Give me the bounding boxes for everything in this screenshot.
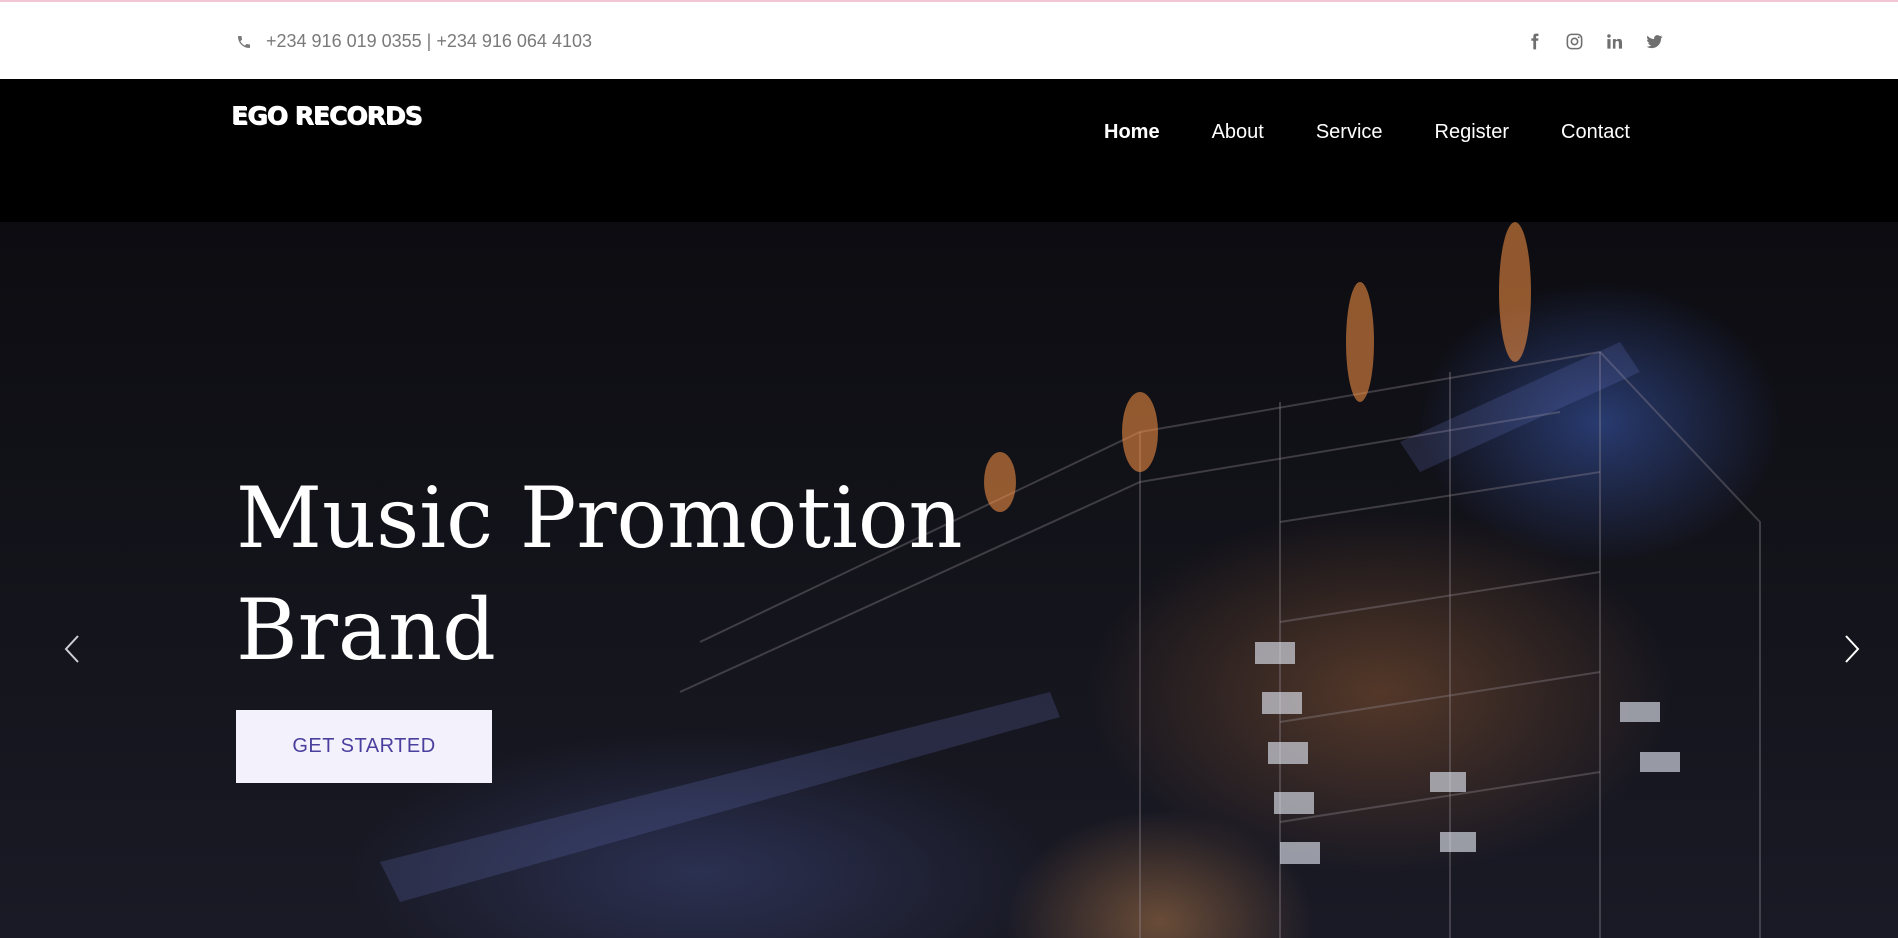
- contact-info: +234 916 019 0355 | +234 916 064 4103: [236, 31, 592, 52]
- top-contact-bar: +234 916 019 0355 | +234 916 064 4103: [0, 0, 1898, 79]
- nav-home[interactable]: Home: [1104, 121, 1160, 144]
- hero-title-line2: Brand: [236, 581, 496, 679]
- twitter-icon[interactable]: [1643, 30, 1665, 52]
- facebook-icon[interactable]: [1523, 30, 1545, 52]
- hero-slider: Music Promotion Brand GET STARTED: [0, 222, 1898, 938]
- get-started-button[interactable]: GET STARTED: [236, 710, 492, 783]
- nav-register[interactable]: Register: [1435, 121, 1509, 144]
- instagram-icon[interactable]: [1563, 30, 1585, 52]
- logo[interactable]: EGO RECORDS: [231, 101, 422, 130]
- social-links: [1523, 30, 1665, 52]
- nav-service[interactable]: Service: [1316, 121, 1383, 144]
- phone-numbers: +234 916 019 0355 | +234 916 064 4103: [266, 31, 592, 51]
- chevron-left-icon[interactable]: [60, 632, 84, 666]
- nav-about[interactable]: About: [1212, 121, 1264, 144]
- nav-contact[interactable]: Contact: [1561, 121, 1630, 144]
- chevron-right-icon[interactable]: [1840, 632, 1864, 666]
- site-header: EGO RECORDS Home About Service Register …: [0, 79, 1898, 222]
- main-nav: Home About Service Register Contact: [1104, 121, 1630, 144]
- hero-title: Music Promotion Brand: [236, 462, 996, 686]
- hero-title-line1: Music Promotion: [236, 469, 963, 567]
- phone-icon: [236, 34, 252, 50]
- linkedin-icon[interactable]: [1603, 30, 1625, 52]
